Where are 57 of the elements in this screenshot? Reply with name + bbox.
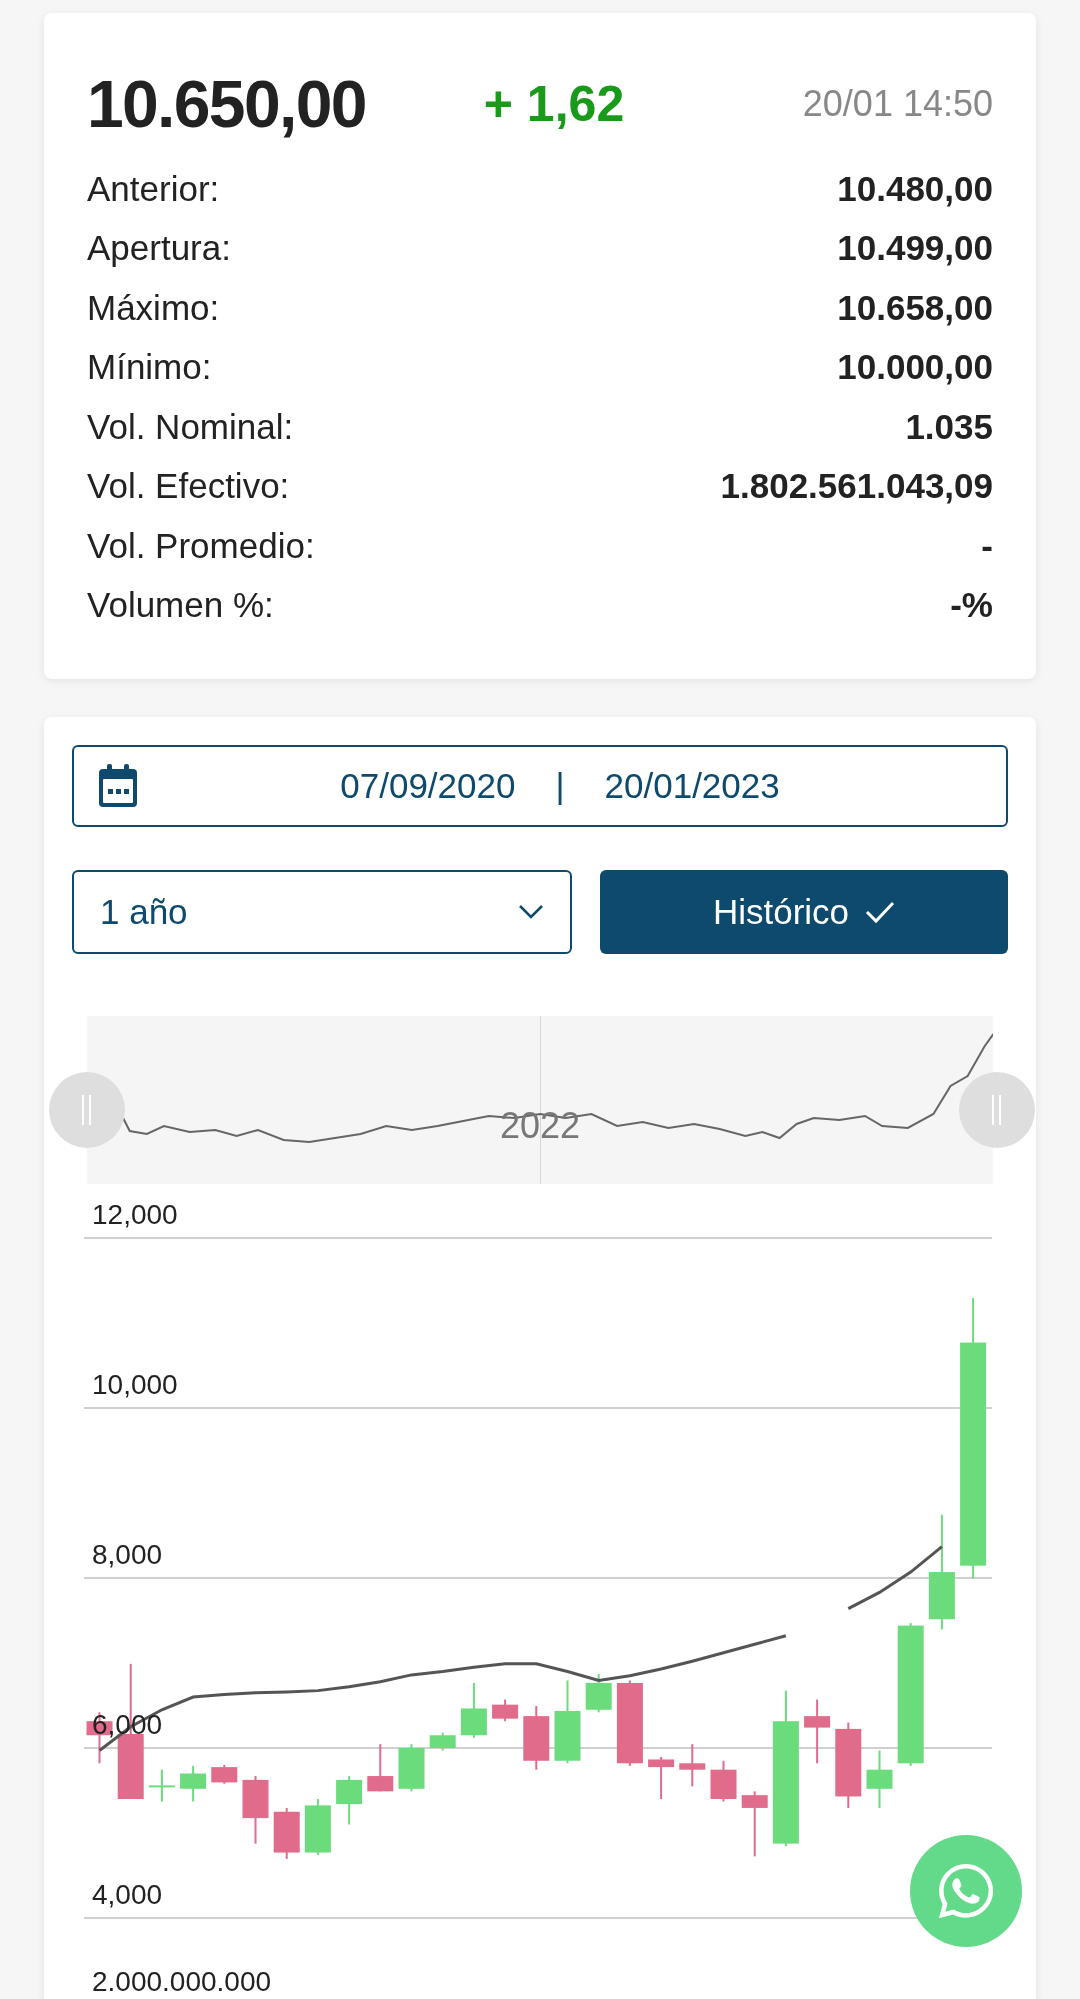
candlestick [336, 1775, 363, 1826]
candlestick [304, 1798, 331, 1857]
navigator-year-label: 2022 [499, 1108, 581, 1144]
quote-row-label: Mínimo: [87, 346, 212, 388]
price: 10.650,00 [87, 71, 366, 137]
quote-row-value: 10.499,00 [837, 227, 993, 269]
quote-row-value: - [981, 524, 993, 567]
candlestick [679, 1743, 706, 1788]
quote-row-value: 1.035 [905, 405, 993, 448]
quote-row-label: Vol. Efectivo: [87, 465, 290, 507]
candlestick [429, 1731, 456, 1752]
quote-row-label: Anterior: [87, 167, 220, 210]
candlestick [460, 1682, 487, 1739]
historic-button[interactable]: Histórico [600, 870, 1008, 954]
candlestick [211, 1764, 238, 1785]
quote-row-label: Volumen %: [87, 584, 274, 626]
candlestick [585, 1673, 612, 1714]
quote-row-label: Apertura: [87, 227, 231, 269]
quote-datetime: 20/01 14:50 [802, 86, 993, 122]
candlestick [523, 1704, 550, 1771]
axis-tick-label: 10,000 [92, 1369, 178, 1400]
check-icon [865, 900, 896, 924]
candlestick [648, 1755, 675, 1800]
candlestick [180, 1764, 207, 1803]
end-date: 20/01/2023 [604, 764, 780, 807]
axis-tick-label: 8,000 [92, 1539, 163, 1570]
quote-row-value: -% [950, 584, 993, 626]
volume-axis-label: 2.000.000.000 [92, 1968, 272, 1996]
candlestick [492, 1698, 519, 1723]
chevron-down-icon [518, 904, 544, 920]
period-select[interactable]: 1 año [72, 870, 572, 954]
quote-row-value: 10.658,00 [837, 286, 993, 329]
candlestick [148, 1768, 175, 1803]
candlestick [866, 1749, 893, 1809]
candlestick [804, 1698, 831, 1765]
axis-tick-label: 12,000 [92, 1199, 178, 1230]
quote-row-value: 10.000,00 [837, 346, 993, 388]
candlestick [710, 1759, 737, 1803]
quote-row-value: 1.802.561.043,09 [720, 465, 993, 507]
candlestick [741, 1790, 768, 1858]
candlestick [398, 1743, 425, 1793]
quote-row-label: Vol. Promedio: [87, 524, 315, 567]
candlestick [367, 1743, 394, 1793]
date-separator: | [555, 764, 565, 807]
quote-row-label: Máximo: [87, 286, 220, 329]
grip-icon [991, 1095, 1003, 1125]
grip-icon [81, 1095, 93, 1125]
start-date: 07/09/2020 [340, 764, 516, 807]
range-handle-right[interactable] [959, 1072, 1035, 1148]
quote-row-label: Vol. Nominal: [87, 405, 294, 448]
axis-tick-label: 4,000 [92, 1879, 163, 1910]
candlestick [242, 1775, 269, 1845]
candlestick [273, 1806, 300, 1860]
date-range-field[interactable]: 07/09/2020 | 20/01/2023 [72, 745, 1008, 827]
quote-row-value: 10.480,00 [837, 167, 993, 210]
price-change: + 1,62 [483, 79, 625, 129]
calendar-icon [98, 764, 138, 808]
